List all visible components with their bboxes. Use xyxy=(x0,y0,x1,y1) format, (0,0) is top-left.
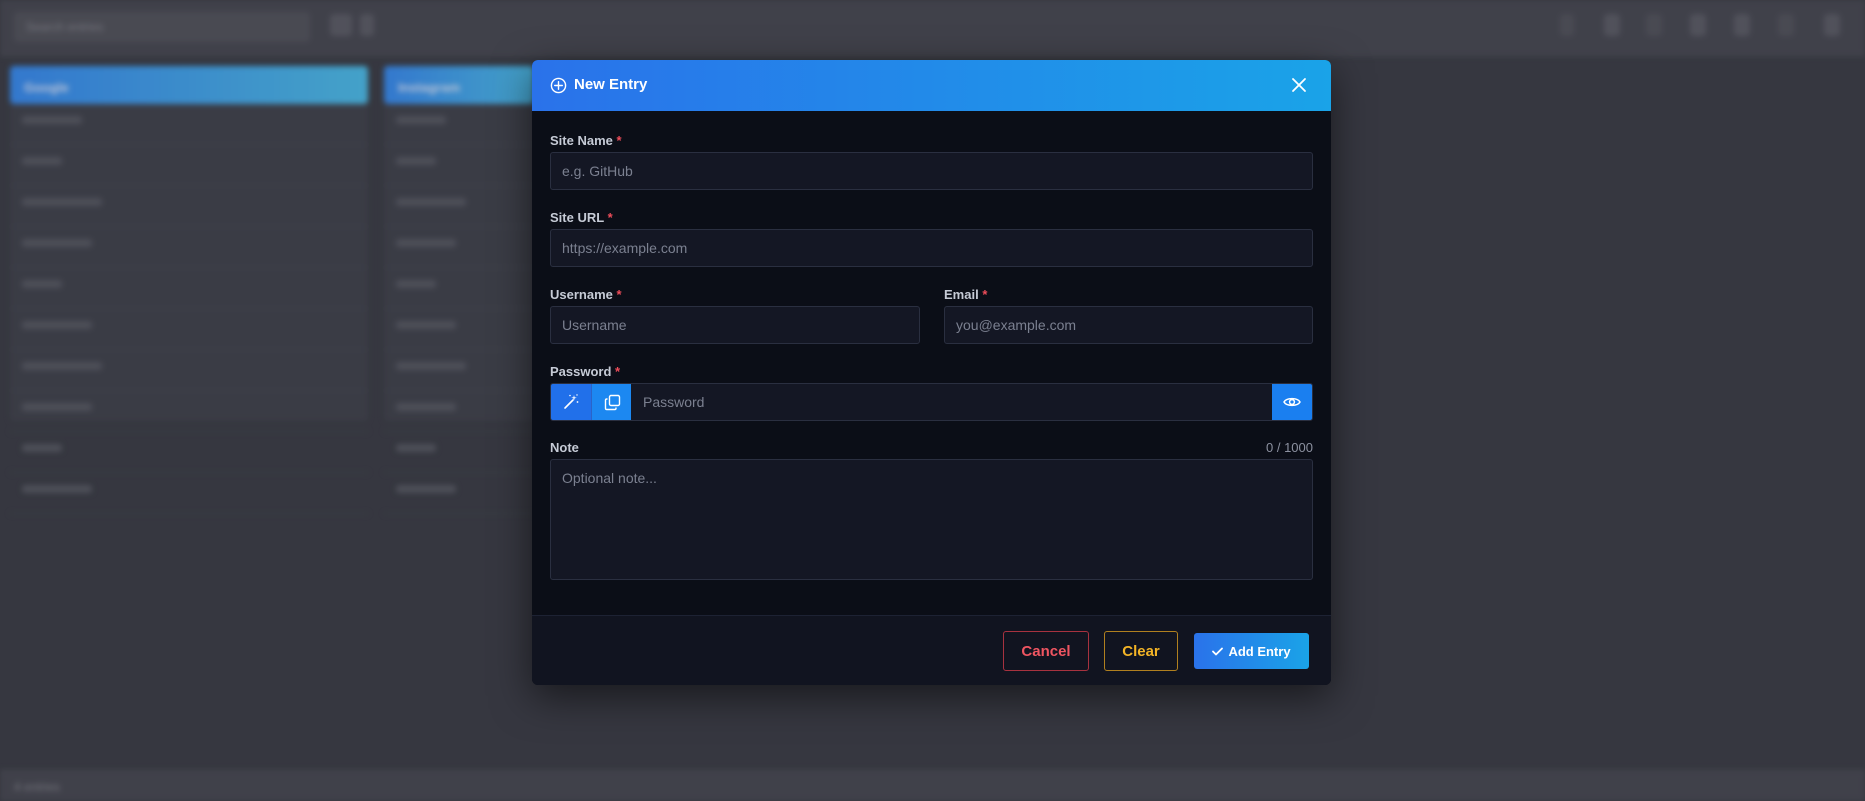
username-label: Username * xyxy=(550,287,622,302)
site-name-input[interactable] xyxy=(550,152,1313,190)
modal-body: Site Name * Site URL * Username * Email … xyxy=(532,111,1331,665)
note-textarea[interactable] xyxy=(550,459,1313,580)
username-input[interactable] xyxy=(550,306,920,344)
generate-password-button[interactable] xyxy=(551,384,591,420)
copy-icon xyxy=(604,394,620,410)
toggle-password-visibility-button[interactable] xyxy=(1272,384,1312,420)
email-input[interactable] xyxy=(944,306,1313,344)
close-button[interactable] xyxy=(1289,75,1309,95)
password-label: Password * xyxy=(550,364,621,379)
eye-icon xyxy=(1283,397,1301,407)
site-name-label: Site Name * xyxy=(550,133,622,148)
cancel-button[interactable]: Cancel xyxy=(1003,631,1089,671)
plus-circle-icon xyxy=(550,77,567,94)
required-mark: * xyxy=(982,287,988,302)
required-mark: * xyxy=(607,210,613,225)
close-icon xyxy=(1292,78,1306,92)
site-url-input[interactable] xyxy=(550,229,1313,267)
modal-title: New Entry xyxy=(574,76,648,93)
copy-password-button[interactable] xyxy=(591,384,632,420)
check-icon xyxy=(1212,647,1224,655)
password-input-group xyxy=(550,383,1313,421)
required-mark: * xyxy=(615,364,621,379)
modal-footer: Cancel Clear Add Entry xyxy=(532,615,1331,685)
add-entry-button[interactable]: Add Entry xyxy=(1194,633,1309,669)
modal-header: New Entry xyxy=(532,60,1331,111)
password-input[interactable] xyxy=(631,384,1272,420)
required-mark: * xyxy=(616,287,622,302)
clear-button[interactable]: Clear xyxy=(1104,631,1178,671)
email-label: Email * xyxy=(944,287,988,302)
note-character-counter: 0 / 1000 xyxy=(1266,440,1313,455)
magic-wand-icon xyxy=(564,394,579,409)
new-entry-modal: New Entry Site Name * Site URL * Usernam… xyxy=(532,60,1331,685)
required-mark: * xyxy=(616,133,622,148)
site-url-label: Site URL * xyxy=(550,210,613,225)
note-label: Note xyxy=(550,440,579,455)
add-entry-label: Add Entry xyxy=(1228,643,1291,659)
